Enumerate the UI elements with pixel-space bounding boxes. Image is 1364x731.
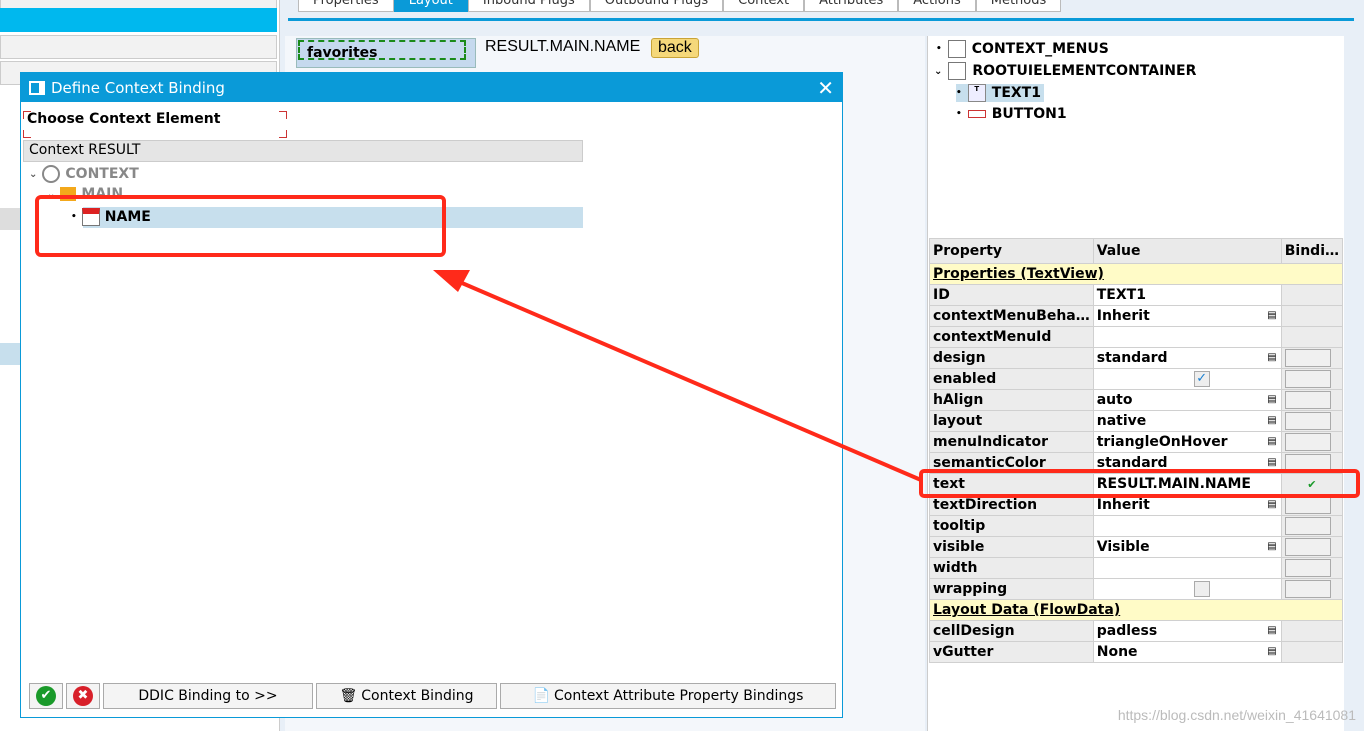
annotation-box-text [919,469,1360,498]
annotation-arrowhead [433,270,470,292]
annotation-box-name [35,195,446,257]
annotation-arrow [454,278,922,482]
annotation-layer [35,195,1360,498]
watermark: https://blog.csdn.net/weixin_41641081 [1117,707,1356,723]
